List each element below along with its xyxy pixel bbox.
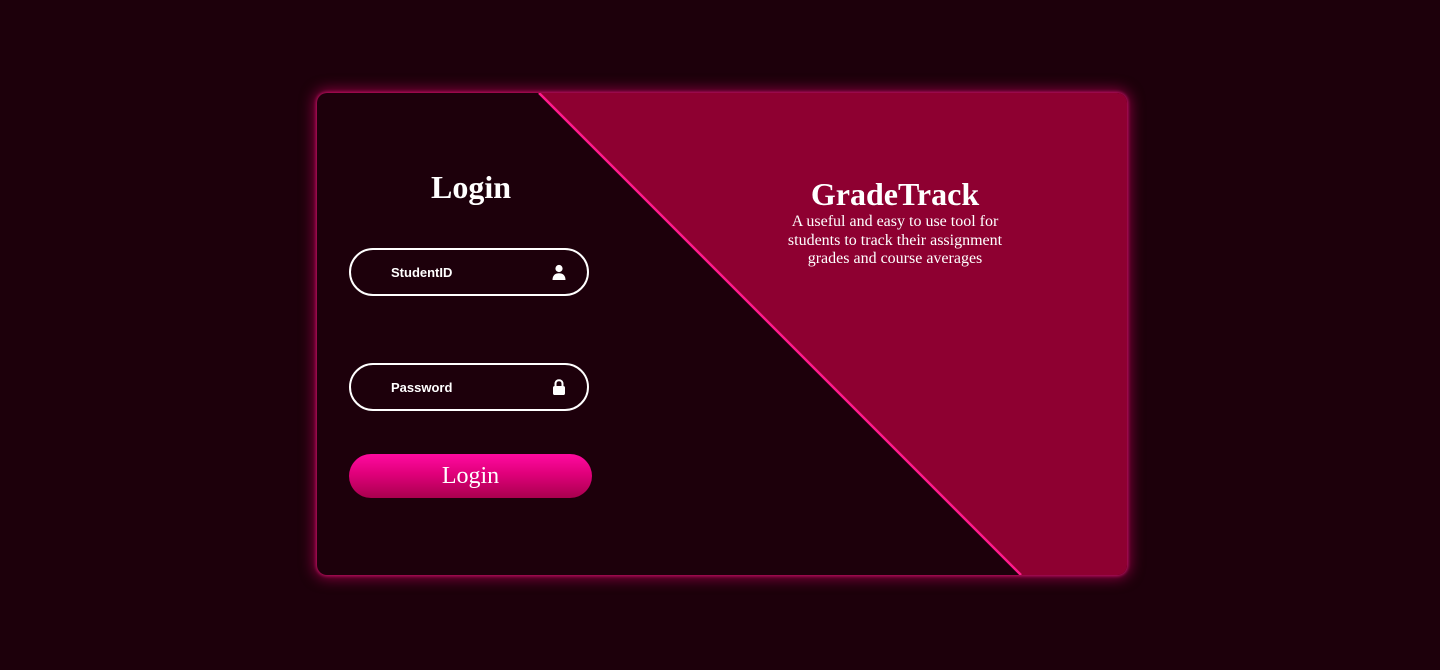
login-card: Login Login GradeTrack A useful and easy… bbox=[317, 93, 1127, 575]
student-id-field[interactable] bbox=[349, 248, 589, 296]
login-title: Login bbox=[430, 169, 512, 205]
password-field[interactable] bbox=[349, 363, 589, 411]
student-id-input[interactable] bbox=[391, 250, 541, 294]
login-button[interactable]: Login bbox=[349, 454, 592, 498]
login-page: Login Login GradeTrack A useful and easy… bbox=[0, 0, 1440, 670]
lock-icon bbox=[551, 379, 567, 395]
diagonal-brand-panel bbox=[538, 93, 1127, 575]
user-icon bbox=[551, 264, 567, 280]
brand-title: GradeTrack bbox=[810, 176, 980, 212]
brand-description: A useful and easy to use tool for studen… bbox=[787, 213, 1003, 267]
password-input[interactable] bbox=[391, 365, 541, 409]
brand-panel-background bbox=[539, 93, 1127, 575]
